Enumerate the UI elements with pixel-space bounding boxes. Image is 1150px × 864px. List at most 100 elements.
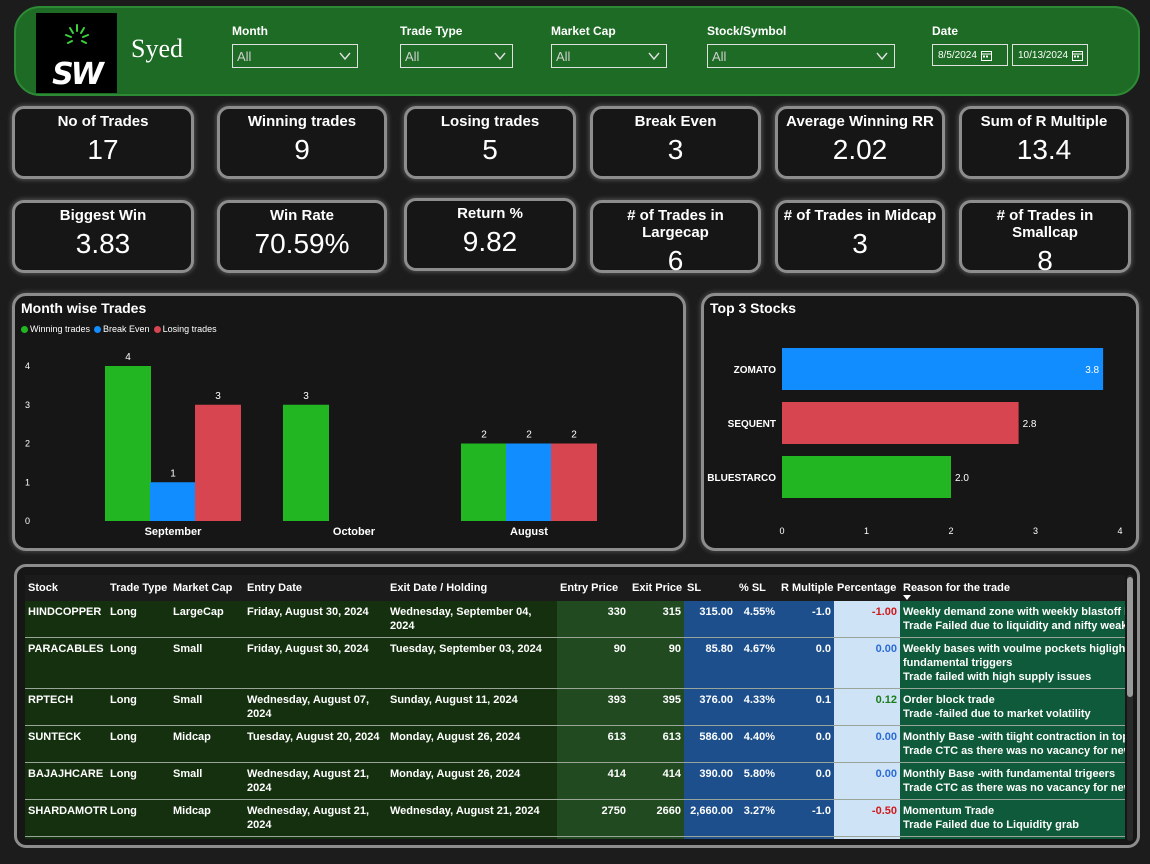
bar-data-label: 3 — [215, 391, 221, 402]
table-row[interactable]: PARACABLES Long Small Friday, August 30, 20… — [25, 637, 1125, 689]
column-header[interactable]: Trade Type — [107, 575, 170, 601]
cell-market-cap: Midcap — [170, 799, 244, 837]
kpi-title: Sum of R Multiple — [980, 113, 1108, 130]
month-dropdown[interactable]: All — [232, 44, 358, 68]
filter-month: Month All — [232, 24, 358, 68]
trade-type-dropdown[interactable]: All — [400, 44, 513, 68]
column-header[interactable]: R Multiple — [778, 575, 834, 601]
table-scrollbar[interactable] — [1127, 575, 1133, 841]
app-logo: SW — [36, 13, 117, 93]
column-header[interactable]: Market Cap — [170, 575, 244, 601]
calendar-icon — [1072, 50, 1084, 61]
filter-date-label: Date — [932, 24, 959, 38]
table-scrollbar-thumb[interactable] — [1127, 577, 1133, 697]
kpi-title: Losing trades — [440, 113, 540, 130]
column-header[interactable]: Entry Price — [557, 575, 629, 601]
kpi-value: 5 — [482, 134, 498, 165]
column-header[interactable]: SL — [684, 575, 736, 601]
column-header[interactable]: Reason for the trade — [900, 575, 1125, 601]
y-category-label: BLUESTARCO — [707, 473, 776, 484]
cell-percentage: -0.50 — [834, 799, 900, 837]
column-header[interactable]: Entry Date — [244, 575, 387, 601]
end-date-input[interactable]: 10/13/2024 — [1012, 44, 1088, 66]
kpi-value: 9.82 — [462, 226, 518, 257]
column-header[interactable]: Exit Date / Holding — [387, 575, 557, 601]
bar-data-label: 2 — [526, 430, 532, 441]
month-dropdown-value: All — [237, 48, 252, 64]
chevron-down-icon — [876, 52, 888, 61]
cell-sl: 315.00 — [684, 601, 736, 638]
kpi-value: 70.59% — [254, 228, 350, 259]
cell-percentage: 0.00 — [834, 637, 900, 689]
cell-percent-sl: 3.27% — [736, 799, 778, 837]
cell-exit-date: Tuesday, August 27, 2024 — [387, 836, 557, 839]
kpi-title: Biggest Win — [59, 207, 147, 224]
cell-r-multiple: 0.0 — [778, 762, 834, 800]
filter-date: Date 8/5/2024 10/13/2024 — [932, 24, 1088, 66]
y-tick-label: 4 — [25, 361, 30, 371]
filter-trade-type-label: Trade Type — [400, 24, 463, 38]
cell-stock: RPTECH — [25, 688, 107, 726]
bar-data-label: 2.8 — [1023, 419, 1037, 430]
cell-percent-sl: 4.67% — [736, 637, 778, 689]
column-header[interactable]: Percentage — [834, 575, 900, 601]
bar-zomato — [782, 348, 1104, 390]
kpi-value: 3.83 — [75, 228, 131, 259]
cell-reason: Momentum Trade Trade Failed due to Liqui… — [900, 799, 1125, 837]
kpi-title: # of Trades in Midcap — [783, 207, 937, 224]
bar-break-even — [506, 443, 552, 521]
cell-reason: Order block trade Trade -failed due to m… — [900, 688, 1125, 726]
x-tick-label: October — [333, 526, 376, 538]
cell-percentage: 0.12 — [834, 688, 900, 726]
cell-exit-date: Monday, August 26, 2024 — [387, 762, 557, 800]
end-date-value: 10/13/2024 — [1018, 49, 1069, 61]
cell-percent-sl: 4.40% — [736, 725, 778, 763]
cell-sl: 2,660.00 — [684, 799, 736, 837]
column-header[interactable]: % SL — [736, 575, 778, 601]
table-row[interactable]: SUNTECK Long Midcap Tuesday, August 20, 202… — [25, 725, 1125, 763]
cell-exit-date: Sunday, August 11, 2024 — [387, 688, 557, 726]
x-tick-label: 3 — [1033, 526, 1038, 536]
cell-entry-date: Friday, August 16, 2024 — [244, 836, 387, 839]
cell-percentage: 0.00 — [834, 762, 900, 800]
cell-entry-date: Tuesday, August 20, 2024 — [244, 725, 387, 763]
table-row[interactable]: SHARDAMOTR Long Midcap Wednesday, August 21… — [25, 799, 1125, 837]
cell-trade-type: Long — [107, 601, 170, 638]
cell-reason: Weekly bases with voulme pockets higligh… — [900, 637, 1125, 689]
kpi-value: 3 — [852, 228, 868, 259]
bar-winning-trades — [105, 366, 151, 521]
start-date-input[interactable]: 8/5/2024 — [932, 44, 1008, 66]
cell-percentage: -1.00 — [834, 601, 900, 638]
cell-reason: Weekly demand zone with weekly blastoff … — [900, 601, 1125, 638]
x-tick-label: 4 — [1117, 526, 1122, 536]
cell-stock: PARACABLES — [25, 637, 107, 689]
bar-losing-trades — [551, 443, 597, 521]
table-row[interactable]: RPTECH Long Small Wednesday, August 07, 202… — [25, 688, 1125, 726]
x-tick-label: 0 — [779, 526, 784, 536]
table-row[interactable]: BAJAJHCARE Long Small Wednesday, August 21,… — [25, 762, 1125, 800]
cell-entry-price: 393 — [557, 688, 629, 726]
column-header[interactable]: Stock — [25, 575, 107, 601]
cell-sl: 376.00 — [684, 688, 736, 726]
market-cap-dropdown[interactable]: All — [551, 44, 667, 68]
kpi-biggest-win: Biggest Win 3.83 — [12, 200, 194, 273]
table-row[interactable]: BECTORFOODLongMidcapFriday, August 16, 2… — [25, 836, 1125, 839]
table-header-row: Stock Trade Type Market Cap Entry Date Exit … — [25, 575, 1125, 601]
stock-symbol-dropdown[interactable]: All — [707, 44, 895, 68]
cell-entry-price: 90 — [557, 637, 629, 689]
cell-exit-price: 613 — [629, 725, 684, 763]
kpi-value: 6 — [667, 245, 684, 276]
trades-table-viewport[interactable]: Stock Trade Type Market Cap Entry Date Exit … — [25, 575, 1125, 839]
cell-entry-date: Friday, August 30, 2024 — [244, 637, 387, 689]
kpi-value: 17 — [87, 134, 119, 165]
column-header[interactable]: Exit Price — [629, 575, 684, 601]
cell-sl: 85.80 — [684, 637, 736, 689]
cell-r-multiple: 2.6 — [778, 836, 834, 839]
kpi-winning-trades: Winning trades 9 — [217, 106, 387, 179]
bar-break-even — [150, 482, 196, 521]
table-row[interactable]: HINDCOPPER Long LargeCap Friday, August 30,… — [25, 601, 1125, 638]
bar-data-label: 2 — [481, 430, 487, 441]
cell-exit-price: 315 — [629, 601, 684, 638]
kpi-average-winning-rr: Average Winning RR 2.02 — [775, 106, 945, 179]
cell-r-multiple: 0.0 — [778, 637, 834, 689]
